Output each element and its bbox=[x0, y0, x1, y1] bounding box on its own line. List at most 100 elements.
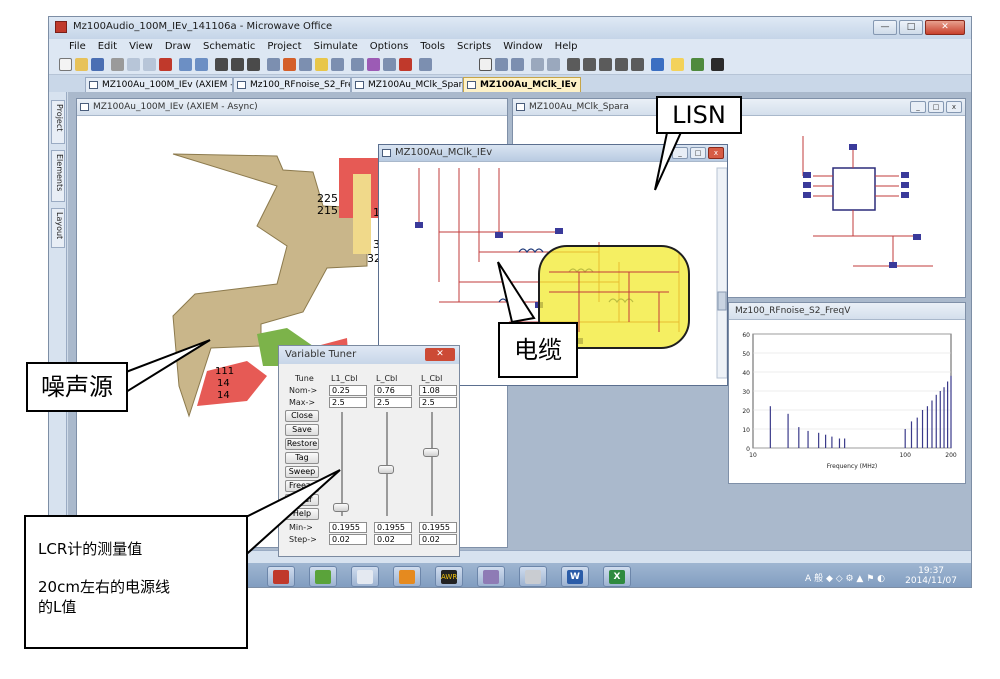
system-clock[interactable]: 19:37 2014/11/07 bbox=[905, 566, 957, 586]
minimize-button[interactable]: _ bbox=[910, 101, 926, 113]
menu-draw[interactable]: Draw bbox=[159, 39, 197, 55]
text-icon[interactable] bbox=[711, 58, 724, 71]
min-field[interactable]: 0.1955 bbox=[374, 522, 412, 533]
menu-tools[interactable]: Tools bbox=[414, 39, 451, 55]
slider-thumb[interactable] bbox=[423, 448, 439, 458]
help-button[interactable]: Help bbox=[285, 508, 319, 520]
ground-icon[interactable] bbox=[599, 58, 612, 71]
window-icon[interactable] bbox=[495, 58, 508, 71]
task-app-printer[interactable] bbox=[519, 566, 547, 587]
close-button[interactable]: x bbox=[946, 101, 962, 113]
nom-field[interactable]: 1.08 bbox=[419, 385, 457, 396]
redo-icon[interactable] bbox=[195, 58, 208, 71]
close-button[interactable]: x bbox=[708, 147, 724, 159]
menu-simulate[interactable]: Simulate bbox=[308, 39, 364, 55]
menu-options[interactable]: Options bbox=[364, 39, 415, 55]
scrollbar-thumb[interactable] bbox=[717, 291, 727, 311]
delete-icon[interactable] bbox=[159, 58, 172, 71]
close-button[interactable]: ✕ bbox=[925, 20, 965, 35]
variable-tuner-dialog[interactable]: Variable Tuner ✕ Tune Nom-> Max-> L1_Cbl… bbox=[278, 345, 460, 557]
tuner-close-button[interactable]: ✕ bbox=[425, 348, 455, 361]
clear-button[interactable]: Clear bbox=[285, 494, 319, 506]
sweep-button[interactable]: Sweep bbox=[285, 466, 319, 478]
side-tab-elements[interactable]: Elements bbox=[51, 150, 65, 202]
menu-scripts[interactable]: Scripts bbox=[451, 39, 497, 55]
graph-icon[interactable] bbox=[299, 58, 312, 71]
yield-icon[interactable] bbox=[367, 58, 380, 71]
port-icon[interactable] bbox=[583, 58, 596, 71]
tab-mclk-iev[interactable]: MZ100Au_MClk_IEv ✕ bbox=[463, 77, 581, 92]
minimize-button[interactable]: — bbox=[873, 20, 897, 35]
paste-icon[interactable] bbox=[143, 58, 156, 71]
min-field[interactable]: 0.1955 bbox=[329, 522, 367, 533]
copy-icon[interactable] bbox=[127, 58, 140, 71]
graph-window[interactable]: Mz100_RFnoise_S2_FreqV 60 50 40 30 20 10 0 10 10… bbox=[728, 302, 966, 484]
tag-button[interactable]: Tag bbox=[285, 452, 319, 464]
max-field[interactable]: 2.5 bbox=[419, 397, 457, 408]
slider-thumb[interactable] bbox=[333, 503, 349, 513]
wire-icon[interactable] bbox=[567, 58, 580, 71]
zoom-out-icon[interactable] bbox=[231, 58, 244, 71]
zoom-fit-icon[interactable] bbox=[247, 58, 260, 71]
cut-icon[interactable] bbox=[111, 58, 124, 71]
zoom-in-icon[interactable] bbox=[215, 58, 228, 71]
maximize-button[interactable]: □ bbox=[928, 101, 944, 113]
distribute-icon[interactable] bbox=[547, 58, 560, 71]
task-app-word[interactable]: W bbox=[561, 566, 589, 587]
restore-button[interactable]: Restore bbox=[285, 438, 319, 450]
sweep-port-icon[interactable] bbox=[631, 58, 644, 71]
vertical-scrollbar[interactable] bbox=[716, 167, 727, 379]
ime-indicator[interactable]: A 般 bbox=[805, 574, 823, 584]
optimize-icon[interactable] bbox=[351, 58, 364, 71]
equation-icon[interactable] bbox=[691, 58, 704, 71]
menu-help[interactable]: Help bbox=[549, 39, 584, 55]
save-icon[interactable] bbox=[91, 58, 104, 71]
side-tab-layout[interactable]: Layout bbox=[51, 208, 65, 248]
task-app-vectors[interactable] bbox=[309, 566, 337, 587]
step-field[interactable]: 0.02 bbox=[374, 534, 412, 545]
freeze-button[interactable]: Freeze bbox=[285, 480, 319, 492]
system-tray[interactable]: A 般 ◆ ◇ ⚙ ▲ ⚑ ◐ bbox=[805, 571, 885, 584]
task-app-parrot[interactable] bbox=[267, 566, 295, 587]
task-app-gear[interactable] bbox=[477, 566, 505, 587]
slider-thumb[interactable] bbox=[378, 464, 394, 474]
tune-icon[interactable] bbox=[315, 58, 328, 71]
layout-icon[interactable] bbox=[283, 58, 296, 71]
sweep-icon[interactable] bbox=[383, 58, 396, 71]
menu-view[interactable]: View bbox=[123, 39, 159, 55]
minimize-button[interactable]: _ bbox=[672, 147, 688, 159]
step-field[interactable]: 0.02 bbox=[419, 534, 457, 545]
menu-edit[interactable]: Edit bbox=[92, 39, 123, 55]
task-app-excel[interactable]: X bbox=[603, 566, 631, 587]
stop-icon[interactable] bbox=[399, 58, 412, 71]
new-icon[interactable] bbox=[59, 58, 72, 71]
nom-field[interactable]: 0.76 bbox=[374, 385, 412, 396]
element-icon[interactable] bbox=[419, 58, 432, 71]
schematic-icon[interactable] bbox=[267, 58, 280, 71]
tab-rfnoise[interactable]: Mz100_RFnoise_S2_FreqV bbox=[233, 77, 351, 92]
tuner-icon[interactable] bbox=[671, 58, 684, 71]
align-icon[interactable] bbox=[531, 58, 544, 71]
tab-mclk-spara[interactable]: MZ100Au_MClk_Spara bbox=[351, 77, 463, 92]
simulate-icon[interactable] bbox=[651, 58, 664, 71]
grid-icon[interactable] bbox=[479, 58, 492, 71]
close-button[interactable]: Close bbox=[285, 410, 319, 422]
menu-window[interactable]: Window bbox=[497, 39, 548, 55]
tab-layout-axiem[interactable]: MZ100Au_100M_IEv (AXIEM - ... bbox=[85, 77, 233, 92]
task-app-awr[interactable]: AWR bbox=[435, 566, 463, 587]
slider-track[interactable] bbox=[341, 412, 343, 516]
task-app-outlook[interactable] bbox=[393, 566, 421, 587]
save-button[interactable]: Save bbox=[285, 424, 319, 436]
arrange-icon[interactable] bbox=[511, 58, 524, 71]
side-tab-project[interactable]: Project bbox=[51, 100, 65, 144]
nom-field[interactable]: 0.25 bbox=[329, 385, 367, 396]
open-icon[interactable] bbox=[75, 58, 88, 71]
menu-file[interactable]: File bbox=[63, 39, 92, 55]
min-field[interactable]: 0.1955 bbox=[419, 522, 457, 533]
slider-track[interactable] bbox=[431, 412, 433, 516]
step-field[interactable]: 0.02 bbox=[329, 534, 367, 545]
undo-icon[interactable] bbox=[179, 58, 192, 71]
max-field[interactable]: 2.5 bbox=[374, 397, 412, 408]
node-icon[interactable] bbox=[615, 58, 628, 71]
analyze-icon[interactable] bbox=[331, 58, 344, 71]
